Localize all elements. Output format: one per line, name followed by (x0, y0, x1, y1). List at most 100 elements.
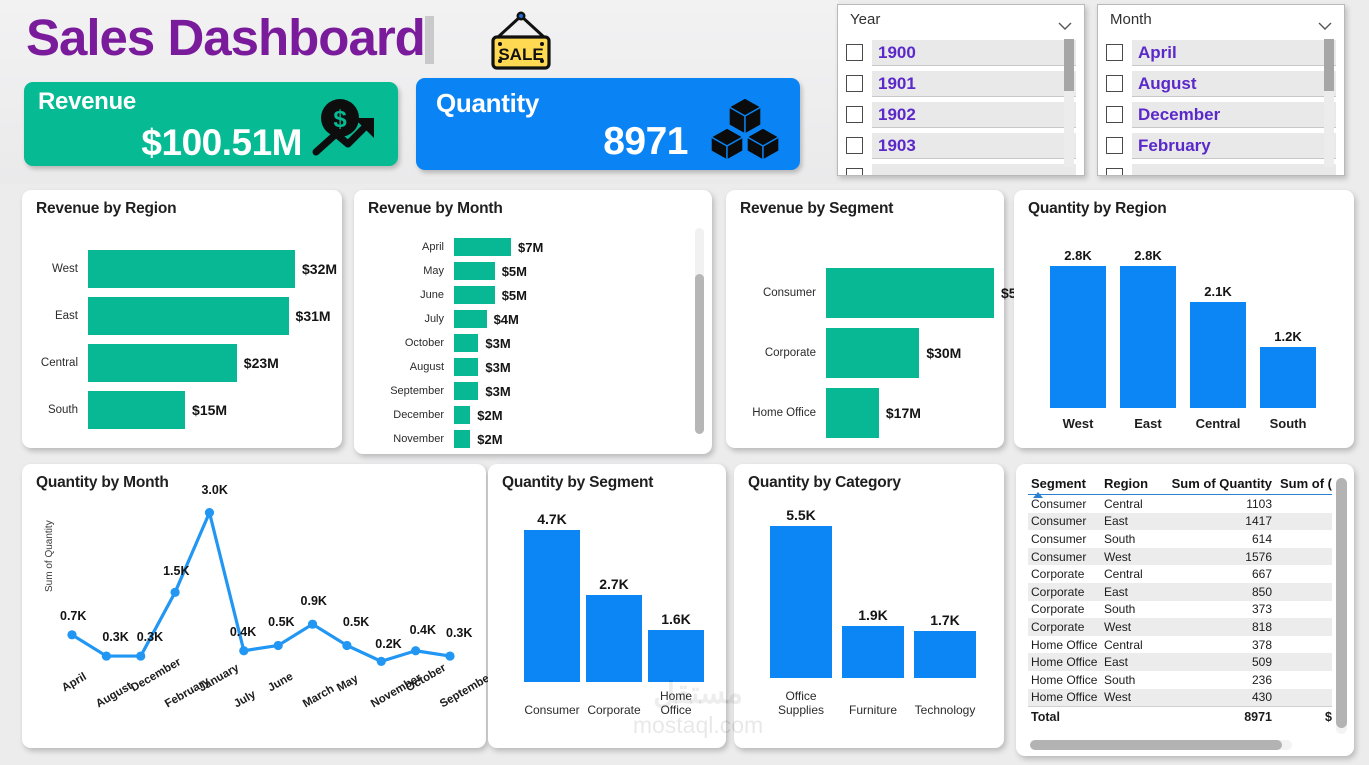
data-point[interactable] (239, 646, 249, 656)
bar-row[interactable]: Corporate $30M (726, 328, 1004, 378)
bar[interactable] (454, 286, 495, 304)
data-point[interactable] (307, 619, 318, 629)
bar[interactable] (524, 530, 580, 682)
data-point[interactable] (204, 508, 215, 518)
slicer-year-header[interactable]: Year (838, 5, 1084, 37)
column-item[interactable]: 1.2K South (1260, 256, 1316, 432)
bar-row[interactable]: May $5M (354, 262, 702, 280)
bar-row[interactable]: South $15M (22, 391, 342, 429)
slicer-month-scrollbar[interactable] (1324, 39, 1334, 167)
data-point[interactable] (411, 646, 421, 656)
slicer-item[interactable]: 1900 (846, 37, 1076, 68)
table-row[interactable]: Home Office East 509 (1028, 653, 1332, 671)
bar[interactable] (770, 526, 832, 678)
column-item[interactable]: 5.5K Office Supplies (770, 507, 832, 718)
column-item[interactable]: 1.9K Furniture (842, 526, 904, 718)
scrollbar-thumb[interactable] (1336, 478, 1347, 728)
bar[interactable] (842, 625, 904, 678)
chevron-down-icon[interactable] (1318, 17, 1332, 30)
data-point[interactable] (170, 587, 180, 597)
table-row[interactable]: Corporate South 373 (1028, 601, 1332, 619)
bar-row[interactable]: September $3M (354, 382, 702, 400)
slicer-month-list[interactable]: April August December February (1098, 37, 1344, 175)
table-row[interactable]: Home Office West 430 (1028, 688, 1332, 707)
slicer-item[interactable]: April (1106, 37, 1336, 68)
table-row[interactable]: Corporate Central 667 (1028, 565, 1332, 583)
column-item[interactable]: 4.7K Consumer (524, 511, 580, 718)
column-item[interactable]: 2.1K Central (1190, 256, 1246, 432)
bar-row[interactable]: April $7M (354, 238, 702, 256)
bar-row[interactable]: December $2M (354, 406, 702, 424)
column-header-segment[interactable]: Segment (1028, 476, 1104, 491)
bar[interactable] (1050, 266, 1106, 408)
table-row[interactable]: Home Office South 236 (1028, 671, 1332, 689)
checkbox[interactable] (846, 75, 863, 92)
bar[interactable] (88, 391, 186, 429)
chevron-down-icon[interactable] (1058, 17, 1072, 30)
column-item[interactable]: 1.6K Home Office (648, 530, 704, 718)
bar[interactable] (826, 328, 920, 378)
bar[interactable] (454, 358, 479, 376)
bar-row[interactable]: October $3M (354, 334, 702, 352)
bar[interactable] (454, 310, 487, 328)
slicer-year-list[interactable]: 1900 1901 1902 1903 (838, 37, 1084, 175)
checkbox[interactable] (1106, 137, 1123, 154)
slicer-item-partial[interactable] (846, 161, 1076, 175)
column-item[interactable]: 2.8K East (1120, 248, 1176, 432)
scrollbar-thumb[interactable] (695, 274, 704, 434)
bar-row[interactable]: June $5M (354, 286, 702, 304)
slicer-item-partial[interactable] (1106, 161, 1336, 175)
bar-row[interactable]: Central $23M (22, 344, 342, 382)
table-row[interactable]: Home Office Central 378 (1028, 636, 1332, 654)
bar[interactable] (586, 594, 642, 682)
bar[interactable] (88, 250, 295, 288)
table-row[interactable]: Corporate East 850 (1028, 582, 1332, 601)
column-header-sum-sales[interactable]: Sum of ( (1280, 476, 1332, 491)
bar-row[interactable]: July $4M (354, 310, 702, 328)
data-point[interactable] (67, 630, 77, 640)
bar-row[interactable]: Consumer$54M (726, 268, 1036, 318)
bar[interactable] (1120, 266, 1176, 408)
bar[interactable] (454, 430, 471, 448)
bar-row[interactable]: August $3M (354, 358, 702, 376)
bar[interactable] (88, 344, 237, 382)
revenue-by-month-scrollbar[interactable] (695, 228, 704, 434)
slicer-item[interactable]: 1903 (846, 130, 1076, 161)
bar-row[interactable]: East $31M (22, 297, 342, 335)
table-row[interactable]: Consumer Central 1103 (1028, 495, 1332, 513)
column-item[interactable]: 2.7K Corporate (586, 530, 642, 718)
bar[interactable] (826, 388, 879, 438)
bar[interactable] (454, 382, 479, 400)
table-row[interactable]: Consumer West 1576 (1028, 547, 1332, 566)
bar[interactable] (88, 297, 289, 335)
kpi-card-quantity[interactable]: Quantity 8971 (416, 78, 800, 170)
table-row[interactable]: Corporate West 818 (1028, 618, 1332, 636)
checkbox[interactable] (846, 137, 863, 154)
table-row[interactable]: Consumer South 614 (1028, 530, 1332, 548)
checkbox[interactable] (846, 44, 863, 61)
slicer-month[interactable]: Month April August December February (1097, 4, 1345, 176)
data-point[interactable] (136, 651, 146, 661)
bar-row[interactable]: Home Office $17M (726, 388, 1004, 438)
kpi-card-revenue[interactable]: Revenue $100.51M $ (24, 82, 398, 166)
scrollbar-thumb[interactable] (1324, 39, 1334, 91)
bar[interactable] (1260, 347, 1316, 408)
checkbox[interactable] (846, 106, 863, 123)
checkbox[interactable] (1106, 106, 1123, 123)
data-point[interactable] (273, 640, 283, 651)
slicer-year-scrollbar[interactable] (1064, 39, 1074, 167)
bar-row[interactable]: November $2M (354, 430, 702, 448)
bar[interactable] (826, 268, 994, 318)
bar[interactable] (454, 262, 495, 280)
bar[interactable] (1190, 301, 1246, 408)
slicer-month-header[interactable]: Month (1098, 5, 1344, 37)
data-point[interactable] (376, 656, 386, 666)
bar[interactable] (454, 238, 511, 256)
bar-row[interactable]: West $32M (22, 250, 342, 288)
slicer-item[interactable]: August (1106, 68, 1336, 99)
column-header-sum-quantity[interactable]: Sum of Quantity (1162, 476, 1280, 491)
checkbox[interactable] (846, 168, 863, 175)
slicer-item[interactable]: February (1106, 130, 1336, 161)
checkbox[interactable] (1106, 168, 1123, 175)
bar[interactable] (454, 334, 479, 352)
